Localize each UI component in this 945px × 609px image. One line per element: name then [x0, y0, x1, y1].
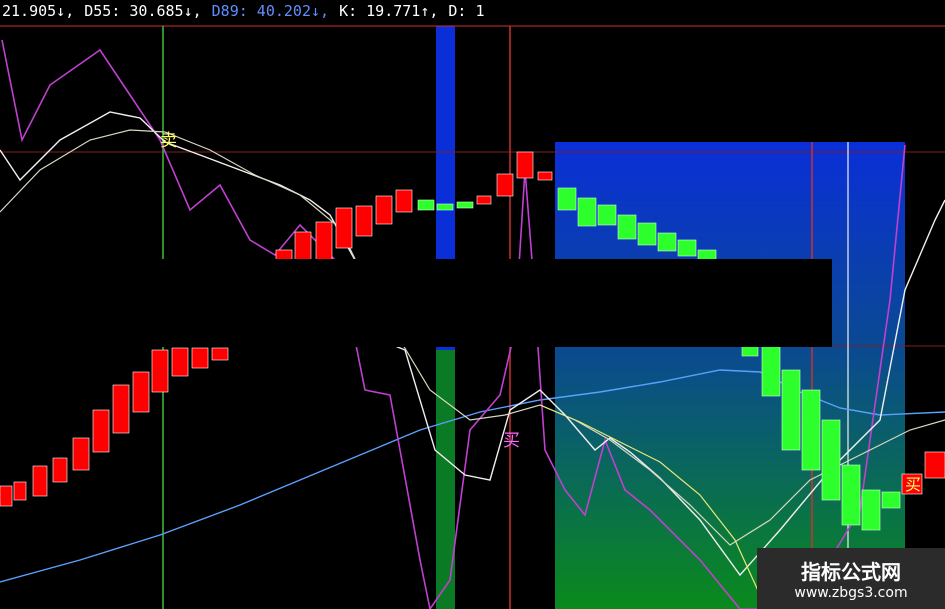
- indicator-value: 21.905↓,: [2, 2, 75, 20]
- indicator-d55: D55: 30.685↓,: [84, 2, 202, 20]
- buy-signal-label: 买: [503, 431, 520, 451]
- indicator-d: D: 1: [448, 2, 485, 20]
- redaction-block: [0, 259, 832, 347]
- trend-zone-column-lower: [436, 350, 455, 609]
- chart-window: 21.905↓, D55: 30.685↓, D89: 40.202↓, K: …: [0, 0, 945, 609]
- watermark-url: www.zbgs3.com: [794, 585, 908, 601]
- indicator-k: K: 19.771↑,: [339, 2, 439, 20]
- indicator-readout-bar: 21.905↓, D55: 30.685↓, D89: 40.202↓, K: …: [0, 0, 542, 22]
- indicator-d89: D89: 40.202↓,: [211, 2, 330, 20]
- watermark-title: 指标公式网: [801, 560, 901, 584]
- buy-signal-label-right: 买: [905, 475, 921, 494]
- site-watermark: 指标公式网 www.zbgs3.com: [757, 548, 945, 609]
- sell-signal-label: 卖: [160, 131, 177, 151]
